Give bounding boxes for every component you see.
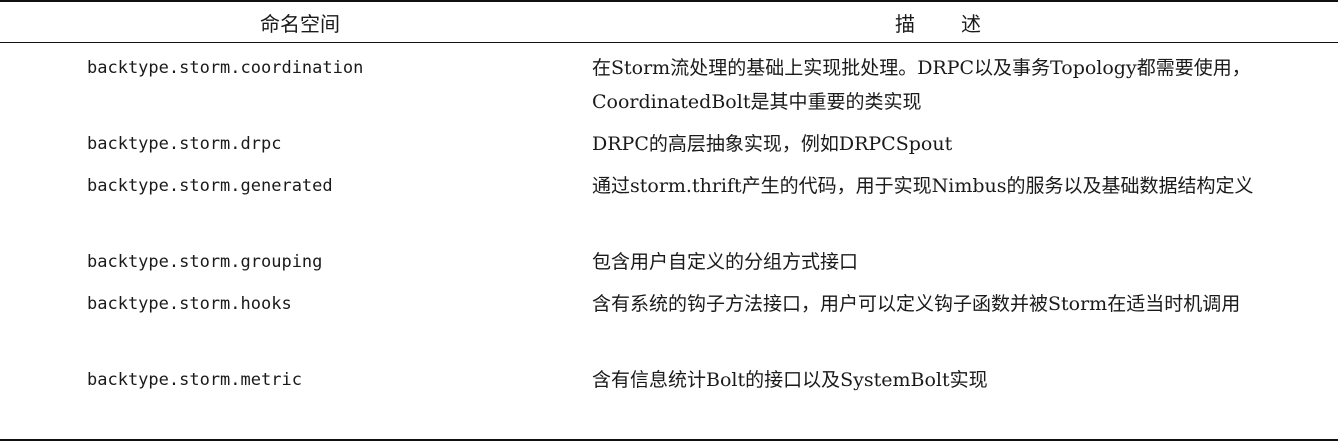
table-header: 命名空间 描 述 <box>0 2 1338 43</box>
header-description: 描 述 <box>895 11 983 36</box>
table-row: backtype.storm.grouping 包含用户自定义的分组方式接口 <box>0 243 1338 285</box>
table-row: backtype.storm.coordination 在Storm流处理的基础… <box>0 49 1338 125</box>
namespace-cell: backtype.storm.drpc <box>87 134 282 154</box>
table-row: backtype.storm.generated 通过storm.thrift产… <box>0 167 1338 243</box>
namespace-table: 命名空间 描 述 backtype.storm.coordination 在St… <box>0 0 1338 441</box>
description-cell: 包含用户自定义的分组方式接口 <box>592 251 859 273</box>
description-cell: 在Storm流处理的基础上实现批处理。DRPC以及事务Topology都需要使用… <box>592 57 1251 113</box>
namespace-cell: backtype.storm.metric <box>87 370 302 390</box>
namespace-cell: backtype.storm.coordination <box>87 58 364 78</box>
description-cell: 通过storm.thrift产生的代码，用于实现Nimbus的服务以及基础数据结… <box>592 175 1254 197</box>
namespace-cell: backtype.storm.grouping <box>87 252 323 272</box>
namespace-cell: backtype.storm.hooks <box>87 294 292 314</box>
table-row: backtype.storm.metric 含有信息统计Bolt的接口以及Sys… <box>0 361 1338 403</box>
description-cell: 含有信息统计Bolt的接口以及SystemBolt实现 <box>592 369 988 391</box>
description-cell: DRPC的高层抽象实现，例如DRPCSpout <box>592 133 953 155</box>
table-body: backtype.storm.coordination 在Storm流处理的基础… <box>0 43 1338 403</box>
namespace-cell: backtype.storm.generated <box>87 176 333 196</box>
description-cell: 含有系统的钩子方法接口，用户可以定义钩子函数并被Storm在适当时机调用 <box>592 293 1241 315</box>
table-row: backtype.storm.hooks 含有系统的钩子方法接口，用户可以定义钩… <box>0 285 1338 361</box>
table-row: backtype.storm.drpc DRPC的高层抽象实现，例如DRPCSp… <box>0 125 1338 167</box>
header-namespace: 命名空间 <box>260 11 340 36</box>
